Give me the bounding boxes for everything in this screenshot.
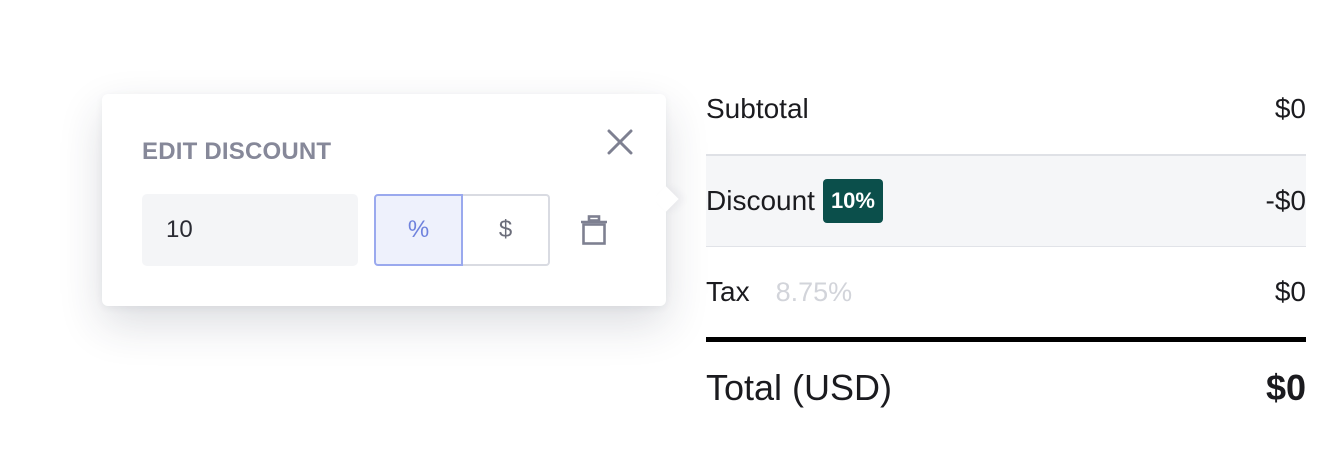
delete-discount-button[interactable] [576, 212, 612, 248]
tax-row: Tax 8.75% $0 [706, 247, 1306, 342]
invoice-summary-screen: EDIT DISCOUNT % $ Subtotal $0 [0, 0, 1344, 454]
order-summary: Subtotal $0 Discount 10% -$0 Tax 8.75% $… [706, 64, 1306, 434]
tax-rate: 8.75% [775, 276, 853, 307]
discount-amount-input[interactable] [142, 194, 358, 266]
discount-badge: 10% [822, 179, 883, 223]
subtotal-label: Subtotal [706, 93, 809, 124]
discount-type-toggle: % $ [374, 194, 550, 266]
tax-label-group: Tax 8.75% [706, 276, 852, 308]
close-icon [607, 129, 633, 155]
tax-value: $0 [1274, 276, 1306, 307]
close-button[interactable] [602, 124, 638, 160]
popover-arrow [653, 186, 679, 212]
tax-label: Tax [706, 276, 750, 307]
total-label: Total (USD) [706, 367, 893, 408]
subtotal-value: $0 [1274, 93, 1306, 124]
discount-label: Discount [706, 185, 815, 216]
popover-title: EDIT DISCOUNT [142, 138, 332, 165]
percent-toggle-button[interactable]: % [374, 194, 463, 266]
total-value: $0 [1265, 367, 1306, 408]
subtotal-row: Subtotal $0 [706, 64, 1306, 156]
edit-discount-popover: EDIT DISCOUNT % $ [102, 94, 679, 306]
trash-icon [581, 215, 607, 245]
discount-label-group: Discount 10% [706, 179, 883, 223]
dollar-toggle-button[interactable]: $ [463, 194, 550, 266]
total-row: Total (USD) $0 [706, 342, 1306, 434]
discount-row[interactable]: Discount 10% -$0 [706, 156, 1306, 247]
discount-value: -$0 [1265, 185, 1306, 216]
